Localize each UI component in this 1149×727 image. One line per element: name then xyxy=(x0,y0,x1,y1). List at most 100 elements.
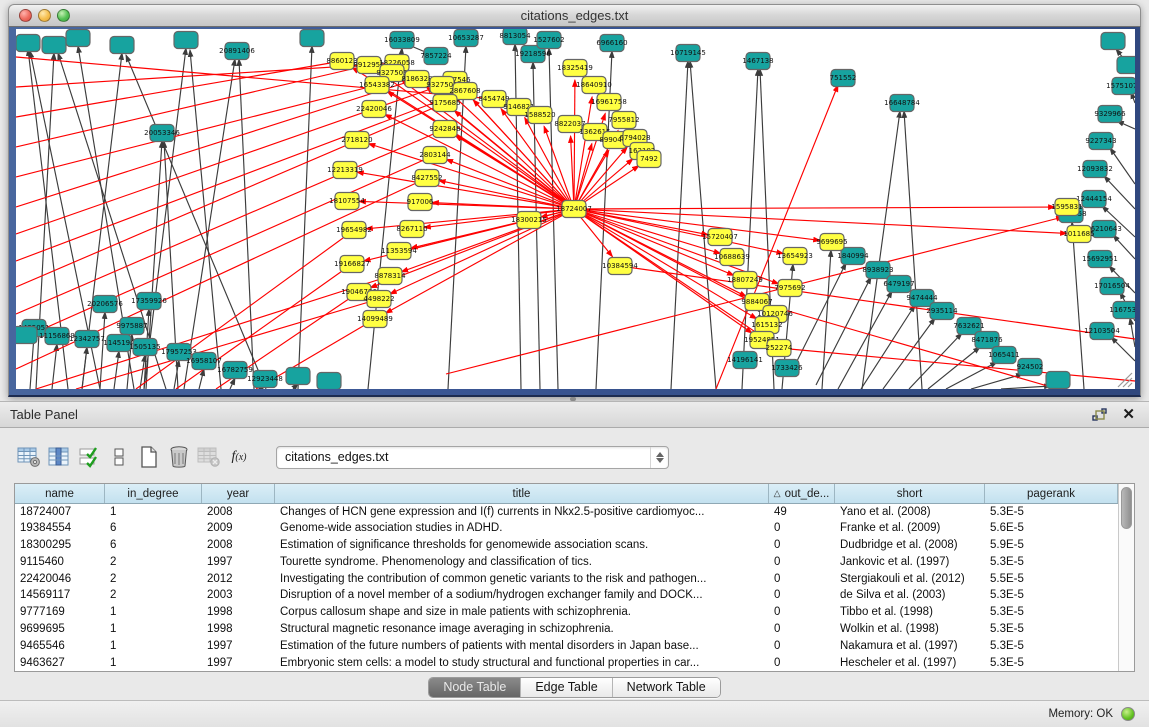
cited-node-8813054[interactable]: 8813054 xyxy=(499,29,531,45)
column-visibility-icon[interactable] xyxy=(44,443,74,471)
cited-node-10719145[interactable]: 10719145 xyxy=(670,45,706,62)
citing-node-1011685[interactable]: 1011685 xyxy=(1063,226,1094,243)
citing-node-10688639[interactable]: 10688639 xyxy=(714,249,750,266)
cited-node-16648784[interactable]: 16648784 xyxy=(884,95,920,112)
table-row[interactable]: 946554611997Estimation of the future num… xyxy=(15,638,1118,655)
citation-edge-red[interactable] xyxy=(16,129,445,314)
citation-edge-black[interactable] xyxy=(82,347,87,389)
tab-node-table[interactable]: Node Table xyxy=(429,678,521,697)
cited-node-9227343[interactable]: 9227343 xyxy=(1085,133,1116,150)
citing-node-16961758[interactable]: 16961758 xyxy=(591,94,627,111)
cited-node-1527602[interactable]: 1527602 xyxy=(533,32,564,49)
cited-node[interactable] xyxy=(1117,57,1135,74)
table-row[interactable]: 946362711997Embryonic stem cells: a mode… xyxy=(15,655,1118,672)
citing-node-2803144[interactable]: 2803144 xyxy=(419,147,451,164)
citation-edge-red[interactable] xyxy=(357,172,574,209)
citation-edge-red[interactable] xyxy=(455,135,574,209)
citing-node-9242848[interactable]: 9242848 xyxy=(429,121,460,138)
citation-edge-black[interactable] xyxy=(100,312,105,389)
cited-node-9975887[interactable]: 9975887 xyxy=(116,318,147,335)
table-row[interactable]: 1872400712008Changes of HCN gene express… xyxy=(15,504,1118,521)
citing-node-9175685[interactable]: 9175685 xyxy=(429,95,460,112)
cited-node-16033809[interactable]: 16033809 xyxy=(384,32,420,49)
tab-network-table[interactable]: Network Table xyxy=(613,678,720,697)
citing-node-1595831[interactable]: 1595831 xyxy=(1051,199,1082,216)
citation-edge-black[interactable] xyxy=(1001,386,1051,389)
cited-node[interactable] xyxy=(317,373,341,390)
citing-node-7492[interactable]: 7492 xyxy=(637,151,661,168)
citation-edge-black[interactable] xyxy=(1072,222,1084,389)
cited-node[interactable] xyxy=(174,32,198,49)
citation-edge-red[interactable] xyxy=(574,209,1067,233)
citation-edge-black[interactable] xyxy=(883,318,935,389)
citation-edge-red[interactable] xyxy=(446,159,574,209)
close-panel-icon[interactable]: ✕ xyxy=(1122,407,1135,422)
citation-edge-black[interactable] xyxy=(1130,318,1135,347)
cited-node[interactable] xyxy=(110,37,134,54)
citation-edge-black[interactable] xyxy=(298,46,312,389)
row-checks-icon[interactable] xyxy=(74,443,104,471)
column-header-short[interactable]: short xyxy=(835,484,985,503)
cited-node-9329966[interactable]: 9329966 xyxy=(1094,106,1126,123)
citing-node-19654982[interactable]: 19654982 xyxy=(336,222,372,239)
cited-node[interactable] xyxy=(300,30,324,47)
citing-node-11353594[interactable]: 11353594 xyxy=(381,243,417,260)
delete-column-icon[interactable] xyxy=(164,443,194,471)
citation-edge-red[interactable] xyxy=(757,302,1058,389)
citing-node-10384594[interactable]: 10384594 xyxy=(602,258,638,275)
cited-node-2935114[interactable]: 2935114 xyxy=(926,303,958,320)
citation-edge-black[interactable] xyxy=(368,48,402,389)
cited-node-17359926[interactable]: 17359926 xyxy=(131,293,167,310)
delete-table-icon[interactable] xyxy=(194,443,224,471)
cited-node-1733426[interactable]: 1733426 xyxy=(771,360,803,377)
citation-edge-black[interactable] xyxy=(114,351,119,389)
cited-node[interactable] xyxy=(1046,372,1070,389)
cited-node-1467138[interactable]: 1467138 xyxy=(742,53,773,70)
citing-node-917006[interactable]: 917006 xyxy=(407,194,434,211)
column-header-out-de-[interactable]: △out_de... xyxy=(769,484,835,503)
cited-node-12093832[interactable]: 12093832 xyxy=(1077,161,1113,178)
citation-edge-black[interactable] xyxy=(1111,337,1135,361)
table-row[interactable]: 1456911722003Disruption of a novel membe… xyxy=(15,588,1118,605)
citing-node-4498222[interactable]: 4498222 xyxy=(363,291,394,308)
table-row[interactable]: 1938455462009Genome-wide association stu… xyxy=(15,521,1118,538)
citation-edge-black[interactable] xyxy=(861,305,915,389)
float-panel-icon[interactable] xyxy=(1092,408,1108,422)
citing-node-13654923[interactable]: 13654923 xyxy=(777,248,813,265)
table-row[interactable]: 969969511998Structural magnetic resonanc… xyxy=(15,622,1118,639)
citing-node-18107554[interactable]: 18107554 xyxy=(329,193,365,210)
citing-node-7955812[interactable]: 7955812 xyxy=(608,112,639,129)
citation-edge-black[interactable] xyxy=(838,291,892,389)
cited-node[interactable] xyxy=(66,30,90,47)
citing-node-18325419[interactable]: 18325419 xyxy=(557,60,593,77)
table-row[interactable]: 911546021997Tourette syndrome. Phenomeno… xyxy=(15,554,1118,571)
column-header-year[interactable]: year xyxy=(202,484,275,503)
column-header-title[interactable]: title xyxy=(275,484,769,503)
row-height-icon[interactable] xyxy=(104,443,134,471)
cited-node-6966160[interactable]: 6966160 xyxy=(596,35,627,52)
table-row[interactable]: 977716911998Corpus callosum shape and si… xyxy=(15,605,1118,622)
function-builder-icon[interactable]: f(x) xyxy=(224,443,254,471)
cited-node-12103504[interactable]: 12103504 xyxy=(1084,323,1120,340)
cited-node-15692951[interactable]: 15692951 xyxy=(1082,251,1118,268)
cited-node[interactable] xyxy=(286,368,310,385)
citation-edge-black[interactable] xyxy=(862,111,900,389)
cited-node-14196141[interactable]: 14196141 xyxy=(727,352,763,369)
citation-network-graph[interactable]: 2089140616033809785722410653287881305419… xyxy=(16,29,1135,389)
cited-node-924502[interactable]: 924502 xyxy=(1017,359,1044,376)
citing-node-252274[interactable]: 252274 xyxy=(766,340,793,357)
citing-node-12213319[interactable]: 12213319 xyxy=(327,162,363,179)
cited-node[interactable] xyxy=(16,327,37,344)
cited-node-7857224[interactable]: 7857224 xyxy=(420,48,452,65)
cited-node-751552[interactable]: 751552 xyxy=(830,70,857,87)
tab-edge-table[interactable]: Edge Table xyxy=(521,678,612,697)
resize-grip-icon[interactable] xyxy=(1123,378,1132,387)
citation-edge-black[interactable] xyxy=(816,277,871,385)
citation-edge-red[interactable] xyxy=(16,85,377,177)
cited-node-1065411[interactable]: 1065411 xyxy=(988,347,1019,364)
cited-node-20891406[interactable]: 20891406 xyxy=(219,43,255,60)
column-header-pagerank[interactable]: pagerank xyxy=(985,484,1118,503)
cited-node-6479197[interactable]: 6479197 xyxy=(883,276,914,293)
column-header-name[interactable]: name xyxy=(15,484,105,503)
citing-node-8878314[interactable]: 8878314 xyxy=(374,268,406,285)
